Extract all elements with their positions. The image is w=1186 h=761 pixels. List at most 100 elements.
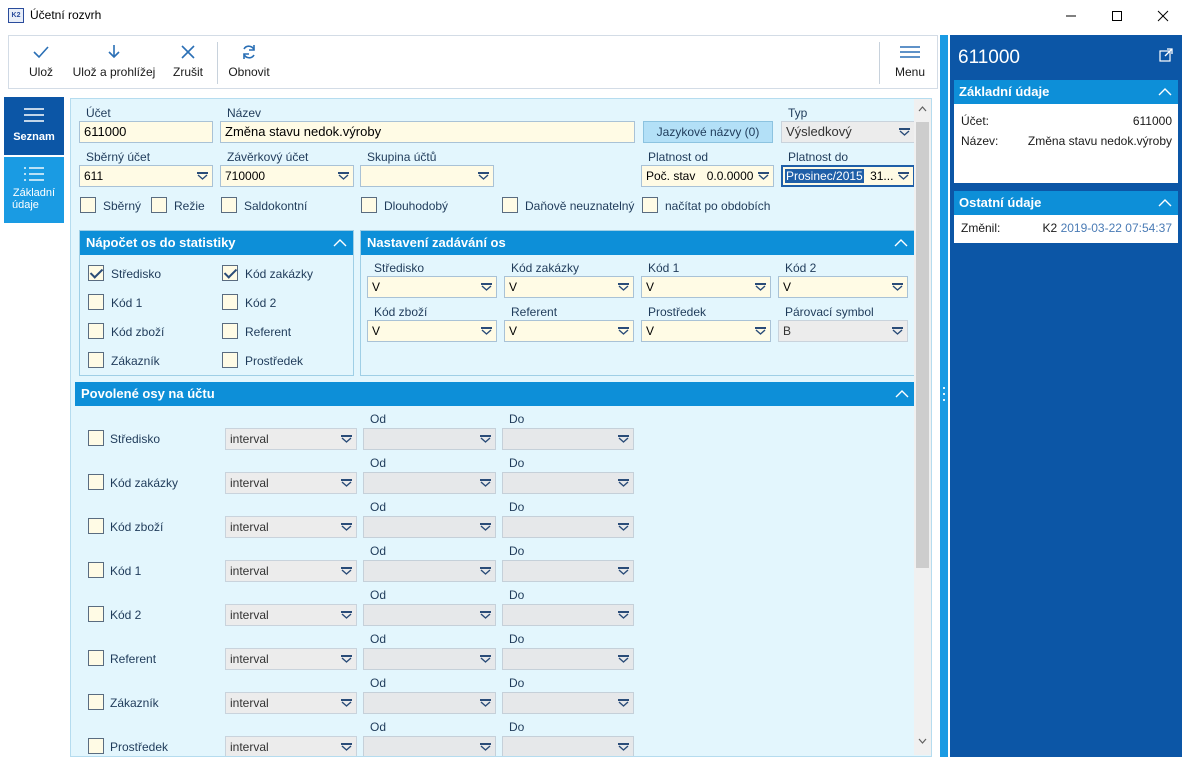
to-label: Do (509, 588, 525, 602)
save-and-view-button[interactable]: Ulož a prohlížej (71, 36, 157, 88)
stat-axis-checkbox[interactable] (88, 352, 104, 368)
allowed-axes-title: Povolené osy na účtu (81, 386, 215, 401)
parent-checkbox[interactable] (80, 197, 96, 213)
dropdown-icon (481, 283, 492, 291)
stat-axis-checkbox[interactable] (222, 265, 238, 281)
axis-setting-value: B (783, 324, 792, 338)
save-button[interactable]: Ulož (17, 36, 65, 88)
detail-changed-date[interactable]: 2019-03-22 07:54:37 (1061, 221, 1172, 235)
account-input[interactable]: 611000 (79, 121, 213, 143)
axis-setting-select[interactable]: V (504, 320, 634, 342)
valid-from-select[interactable]: Poč. stav 0.0.0000 (641, 165, 774, 187)
allowed-axis-from-select[interactable] (363, 428, 496, 450)
allowed-axis-to-select[interactable] (502, 736, 634, 756)
allowed-axis-to-select[interactable] (502, 428, 634, 450)
maximize-button[interactable] (1094, 0, 1140, 31)
allowed-axis-from-select[interactable] (363, 472, 496, 494)
maximize-icon (1112, 10, 1122, 21)
allowed-axis-to-select[interactable] (502, 472, 634, 494)
panel-splitter[interactable] (940, 35, 948, 757)
allowed-axis-checkbox[interactable] (88, 474, 104, 490)
stat-axis-checkbox[interactable] (222, 352, 238, 368)
allowed-axis-mode-select[interactable]: interval (225, 428, 357, 450)
axis-setting-select[interactable]: V (778, 276, 908, 298)
allowed-axis-mode-select[interactable]: interval (225, 604, 357, 626)
allowed-axis-mode-select[interactable]: interval (225, 472, 357, 494)
axis-setting-select[interactable]: V (367, 320, 497, 342)
refresh-button[interactable]: Obnovit (223, 36, 275, 88)
stat-axis-checkbox[interactable] (222, 294, 238, 310)
allowed-axis-from-select[interactable] (363, 516, 496, 538)
allowed-axis-checkbox[interactable] (88, 606, 104, 622)
stat-axis-checkbox[interactable] (222, 323, 238, 339)
axis-setting-value: V (509, 324, 518, 338)
non-deductible-checkbox[interactable] (502, 197, 518, 213)
axis-setting-select[interactable]: V (641, 320, 771, 342)
axis-setting-select[interactable]: V (641, 276, 771, 298)
allowed-axis-to-select[interactable] (502, 604, 634, 626)
detail-row-name: Název: Změna stavu nedok.výroby (954, 132, 1178, 154)
allowed-axis-from-select[interactable] (363, 736, 496, 756)
allowed-axis-mode-select[interactable]: interval (225, 736, 357, 756)
allowed-axis-checkbox[interactable] (88, 518, 104, 534)
scroll-up-icon[interactable] (918, 106, 927, 112)
allowed-axis-checkbox[interactable] (88, 694, 104, 710)
allowed-axis-from-select[interactable] (363, 560, 496, 582)
scroll-down-icon[interactable] (918, 738, 927, 744)
allowed-axis-checkbox[interactable] (88, 738, 104, 754)
nav-item-basic-data[interactable]: Základní údaje (4, 157, 64, 223)
valid-to-select[interactable]: Prosinec/2015 31... (781, 165, 915, 187)
axis-setting-select[interactable]: B (778, 320, 908, 342)
menu-button[interactable]: Menu (885, 36, 935, 88)
type-select[interactable]: Výsledkový (781, 121, 915, 143)
allowed-axis-to-select[interactable] (502, 516, 634, 538)
long-term-checkbox[interactable] (361, 197, 377, 213)
account-group-select[interactable] (360, 165, 494, 187)
allowed-axis-checkbox[interactable] (88, 562, 104, 578)
allowed-axis-to-select[interactable] (502, 692, 634, 714)
collapse-button[interactable] (889, 382, 915, 406)
stat-axis-checkbox[interactable] (88, 294, 104, 310)
axis-setting-select[interactable]: V (504, 276, 634, 298)
overhead-checkbox[interactable] (151, 197, 167, 213)
closing-account-select[interactable]: 710000 (220, 165, 354, 187)
collapse-button[interactable] (327, 231, 353, 255)
language-names-button[interactable]: Jazykové názvy (0) (643, 121, 773, 143)
allowed-axis-from-select[interactable] (363, 692, 496, 714)
allowed-axis-from-select[interactable] (363, 604, 496, 626)
allowed-axis-checkbox[interactable] (88, 650, 104, 666)
balance-checkbox[interactable] (221, 197, 237, 213)
basic-data-card: Základní údaje Účet: 611000 Název: Změna… (954, 80, 1178, 183)
collapse-button[interactable] (888, 231, 914, 255)
chevron-up-icon[interactable] (1158, 199, 1172, 207)
minimize-button[interactable] (1048, 0, 1094, 31)
allowed-axes-header: Povolené osy na účtu (75, 382, 915, 406)
stat-axis-checkbox[interactable] (88, 265, 104, 281)
chevron-up-icon (333, 239, 347, 247)
check-icon (33, 46, 49, 59)
allowed-axis-from-select[interactable] (363, 648, 496, 670)
scrollbar-thumb[interactable] (916, 122, 929, 568)
cancel-button[interactable]: Zrušit (163, 36, 213, 88)
allowed-axis-mode-select[interactable]: interval (225, 692, 357, 714)
allowed-axis-to-select[interactable] (502, 560, 634, 582)
chevron-up-icon (894, 239, 908, 247)
close-window-button[interactable] (1140, 0, 1186, 31)
allowed-axis-mode-select[interactable]: interval (225, 516, 357, 538)
axis-setting-select[interactable]: V (367, 276, 497, 298)
dropdown-icon (892, 283, 903, 291)
by-period-checkbox[interactable] (642, 197, 658, 213)
chevron-up-icon[interactable] (1158, 88, 1172, 96)
from-label: Od (370, 500, 387, 514)
external-link-icon[interactable] (1159, 48, 1173, 62)
allowed-axis-mode: interval (230, 476, 269, 490)
stat-axis-checkbox[interactable] (88, 323, 104, 339)
allowed-axis-mode-select[interactable]: interval (225, 648, 357, 670)
allowed-axis-checkbox[interactable] (88, 430, 104, 446)
parent-account-select[interactable]: 611 (79, 165, 213, 187)
name-input[interactable]: Změna stavu nedok.výroby (220, 121, 635, 143)
nav-item-list[interactable]: Seznam (4, 97, 64, 155)
allowed-axis-mode-select[interactable]: interval (225, 560, 357, 582)
allowed-axis-to-select[interactable] (502, 648, 634, 670)
dropdown-icon (618, 655, 629, 663)
